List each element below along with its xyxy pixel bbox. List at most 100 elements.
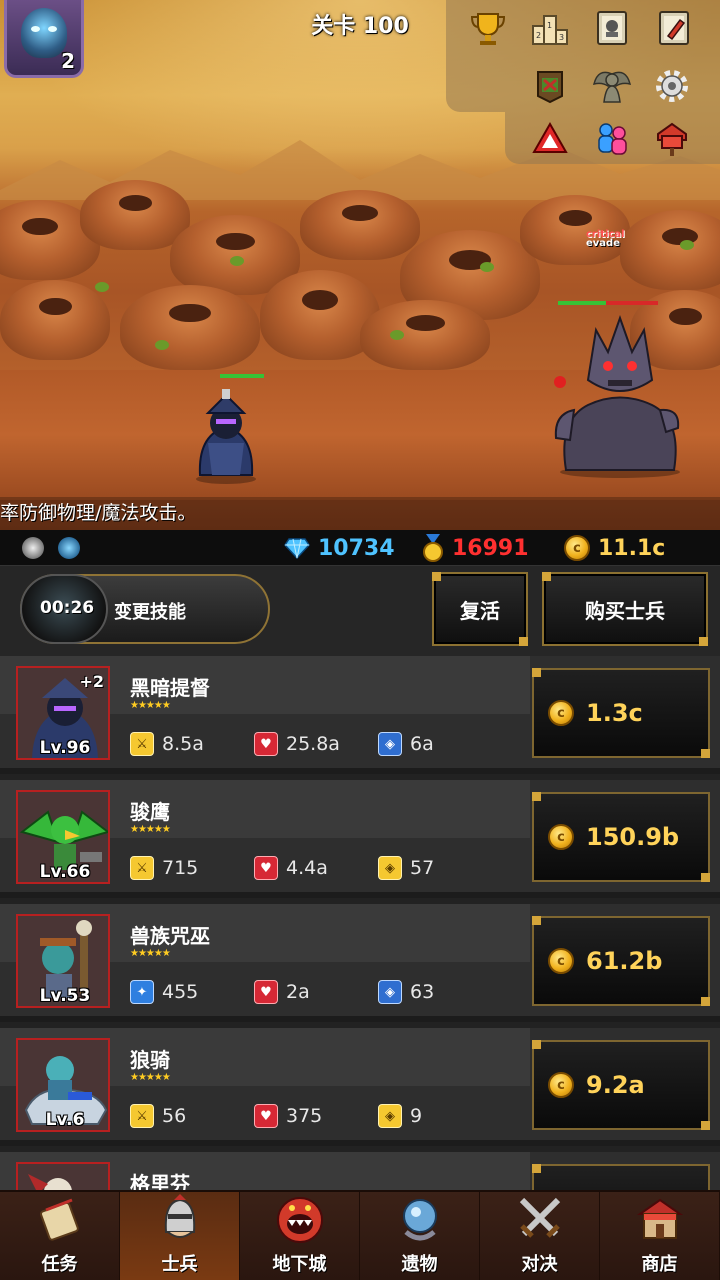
soldier-list[interactable]: +2 Lv.96 黑暗提督 ★★★★★ ⚔ 8.5a ♥ 25.8a ◈ 6a c 1.… (0, 656, 720, 1190)
nav-shop[interactable]: 商店 (600, 1192, 720, 1280)
heart-icon: ♥ (254, 1104, 278, 1128)
ranking-podium-icon[interactable]: 12 3 (528, 6, 572, 50)
ghost-buff-icon[interactable] (58, 537, 80, 559)
hero-level: 2 (61, 49, 75, 73)
defense-value: 6a (410, 733, 434, 755)
upgrade-button[interactable]: c 150.9b (532, 792, 710, 882)
action-row: 00:26 变更技能 复活 购买士兵 (0, 566, 720, 656)
soldier-row[interactable]: Lv.53 兽族咒巫 ★★★★★ ✦ 455 ♥ 2a ◈ 63 c 61.2b (0, 904, 720, 1022)
relic-orb-icon (402, 1199, 437, 1241)
soldier-name: 格里芬 (130, 1172, 190, 1190)
hp-value: 2a (286, 981, 310, 1003)
revive-label: 复活 (460, 598, 500, 623)
svg-text:2: 2 (536, 31, 541, 40)
settings-gear-icon[interactable] (650, 64, 694, 108)
hp-stat: ♥ 2a (254, 980, 310, 1004)
hp-value: 4.4a (286, 857, 328, 879)
physical-shield-icon: ◈ (378, 1104, 402, 1128)
upgrade-button[interactable]: c 61.2b (532, 916, 710, 1006)
soldier-stars: ★★★★★ (130, 948, 171, 959)
dark-admiral-unit[interactable] (186, 385, 266, 485)
friends-icon[interactable] (590, 116, 634, 160)
change-skill-button[interactable]: 00:26 变更技能 (20, 574, 270, 644)
soldier-portrait[interactable]: +2 Lv.96 (16, 666, 110, 760)
change-skill-label: 变更技能 (114, 602, 186, 623)
gold-coin-icon: c (564, 535, 590, 561)
soldier-portrait[interactable]: Lv.6 (16, 1038, 110, 1132)
attack-stat: ⚔ 56 (130, 1104, 186, 1128)
soldier-name: 兽族咒巫 (130, 924, 210, 948)
soldier-plus: +2 (79, 672, 104, 691)
stone-golem-enemy[interactable] (548, 310, 688, 480)
edit-book-icon[interactable] (652, 6, 696, 50)
crossed-swords-icon (519, 1197, 560, 1238)
mailbox-icon[interactable] (650, 116, 694, 160)
soldier-row[interactable]: Lv.66 骏鹰 ★★★★★ ⚔ 715 ♥ 4.4a ◈ 57 c 150.9b (0, 780, 720, 898)
medals-counter: 16991 (422, 530, 529, 566)
soldier-portrait[interactable] (16, 1162, 110, 1190)
gold-coin-icon: c (548, 948, 574, 974)
knight-helmet-icon (164, 1194, 195, 1238)
medal-icon (423, 534, 443, 562)
upgrade-button[interactable]: c 1.3c (532, 668, 710, 758)
nav-relics[interactable]: 遗物 (360, 1192, 480, 1280)
buy-soldier-button[interactable]: 购买士兵 (542, 572, 708, 646)
skill-timer: 00:26 (40, 598, 95, 618)
nav-duel[interactable]: 对决 (480, 1192, 600, 1280)
soldier-stars: ★★★★★ (130, 1072, 171, 1083)
defense-value: 9 (410, 1105, 423, 1127)
monster-mouth-icon (276, 1197, 323, 1243)
gems-value: 10734 (318, 535, 395, 561)
hero-portrait[interactable]: 2 (4, 0, 84, 78)
physical-shield-icon: ◈ (378, 856, 402, 880)
skull-buff-icon[interactable] (22, 537, 44, 559)
attack-stat: ⚔ 715 (130, 856, 198, 880)
upgrade-button[interactable]: c 9.2a (532, 1040, 710, 1130)
magic-shield-icon: ◈ (378, 980, 402, 1004)
defense-value: 63 (410, 981, 435, 1003)
warning-triangle-icon[interactable] (528, 116, 572, 160)
guild-banner-icon[interactable] (528, 64, 572, 108)
sword-icon: ⚔ (130, 732, 154, 756)
attack-value: 56 (162, 1105, 187, 1127)
soldier-stars: ★★★★★ (130, 824, 171, 835)
revive-button[interactable]: 复活 (432, 572, 528, 646)
upgrade-button[interactable] (532, 1164, 710, 1190)
soldier-level: Lv.6 (45, 1110, 85, 1130)
nav-label: 士兵 (161, 1254, 198, 1275)
defense-stat: ◈ 6a (378, 732, 434, 756)
nav-quests[interactable]: 任务 (0, 1192, 120, 1280)
shop-icon (636, 1198, 683, 1239)
soldier-name: 骏鹰 (130, 800, 170, 824)
soldier-name: 黑暗提督 (130, 676, 210, 700)
attack-stat: ⚔ 8.5a (130, 732, 204, 756)
ticker-message: 率防御物理/魔法攻击。 (0, 497, 720, 530)
hp-stat: ♥ 4.4a (254, 856, 328, 880)
soldier-portrait[interactable]: Lv.53 (16, 914, 110, 1008)
nav-label: 遗物 (401, 1254, 438, 1275)
soldier-row[interactable]: Lv.6 狼骑 ★★★★★ ⚔ 56 ♥ 375 ◈ 9 c 9.2a (0, 1028, 720, 1146)
nav-dungeon[interactable]: 地下城 (240, 1192, 360, 1280)
defense-stat: ◈ 57 (378, 856, 434, 880)
gold-coin-icon: c (548, 1072, 574, 1098)
soldier-row[interactable]: +2 Lv.96 黑暗提督 ★★★★★ ⚔ 8.5a ♥ 25.8a ◈ 6a c 1.… (0, 656, 720, 774)
defense-value: 57 (410, 857, 435, 879)
magic-shield-icon: ◈ (378, 732, 402, 756)
medals-value: 16991 (452, 535, 529, 561)
sword-icon: ⚔ (130, 1104, 154, 1128)
resource-bar: 10734 16991 c 11.1c (0, 530, 720, 566)
nav-soldiers[interactable]: 士兵 (120, 1192, 240, 1280)
nav-label: 商店 (641, 1254, 678, 1275)
trophy-icon[interactable] (466, 6, 510, 50)
angel-statue-icon[interactable] (590, 64, 634, 108)
soldier-portrait[interactable]: Lv.66 (16, 790, 110, 884)
upgrade-cost: 150.9b (586, 823, 680, 851)
guide-book-icon[interactable] (590, 6, 634, 50)
soldier-row[interactable]: 格里芬 (0, 1152, 720, 1190)
attack-value: 715 (162, 857, 199, 879)
defense-stat: ◈ 63 (378, 980, 434, 1004)
buy-soldier-label: 购买士兵 (585, 598, 665, 623)
gold-coin-icon: c (548, 824, 574, 850)
soldier-stars: ★★★★★ (130, 700, 171, 711)
combat-floating-text: critical evade (586, 230, 625, 249)
